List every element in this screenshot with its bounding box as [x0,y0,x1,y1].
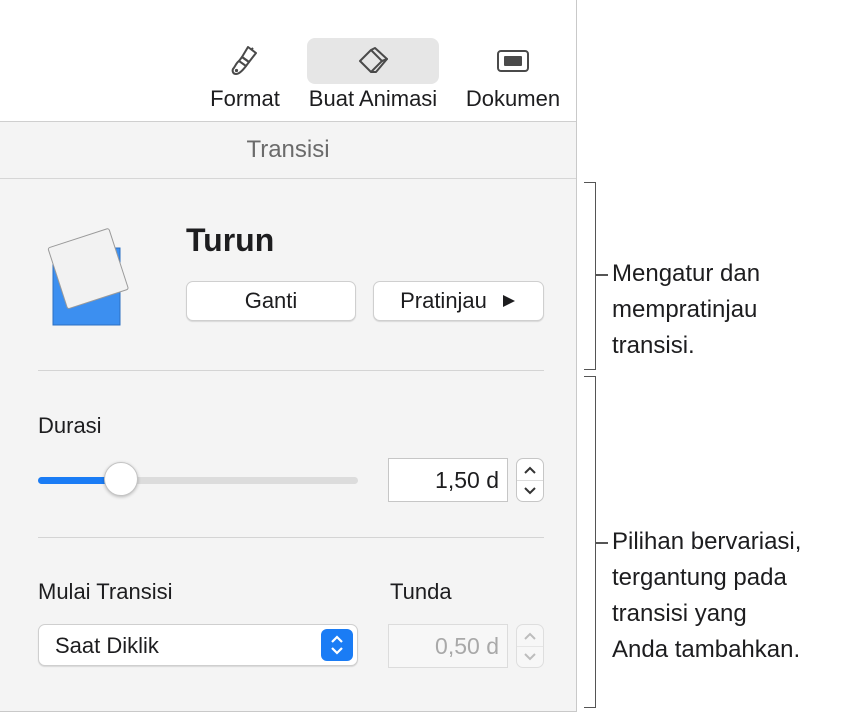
duration-decrement[interactable] [517,480,543,501]
callout-bracket-top [584,182,596,370]
delay-label: Tunda [390,579,452,604]
duration-slider[interactable] [38,462,358,496]
preview-button[interactable]: Pratinjau [373,281,544,321]
chevron-down-icon [524,486,536,494]
delay-stepper [516,624,544,668]
delay-value: 0,50 d [435,632,499,659]
chevron-up-icon [524,632,536,640]
transition-thumbnail-icon [47,228,129,326]
callout-line: transisi. [612,332,695,359]
tab-transition-label: Transisi [246,136,330,163]
tab-transition[interactable]: Transisi [0,122,576,179]
duration-label: Durasi [38,413,102,438]
transition-name: Turun [186,222,275,258]
start-transition-select[interactable]: Saat Diklik [38,624,358,666]
callout-line: Pilihan bervariasi, [612,528,802,555]
toolbar-format-label: Format [210,86,280,111]
transition-inspector-panel: Format Buat Animasi Dokumen Transisi Tur… [0,0,577,712]
callout-line: tergantung pada [612,564,787,591]
paintbrush-icon [231,46,257,75]
diamond-icon [359,47,388,73]
callout-text-top: Mengatur dan mempratinjau transisi. [612,256,760,364]
start-transition-value: Saat Diklik [55,633,159,658]
callout-text-bottom: Pilihan bervariasi, tergantung pada tran… [612,524,801,668]
duration-slider-knob[interactable] [104,462,139,496]
duration-stepper[interactable] [516,458,544,502]
callout-line: Mengatur dan [612,260,761,287]
callout-tick-bottom [596,542,608,544]
toolbar-document-label: Dokumen [465,86,561,111]
toolbar-animate-label: Buat Animasi [308,86,438,111]
section-divider [38,370,544,371]
select-arrows-icon [321,629,353,661]
animate-icon-wrap [307,38,439,84]
format-icon-wrap [215,38,275,84]
document-icon [497,50,529,72]
play-icon [502,295,515,307]
duration-field[interactable]: 1,50 d [388,458,508,502]
toolbar-animate-button[interactable]: Buat Animasi [300,38,446,124]
delay-decrement [517,646,543,667]
preview-button-label: Pratinjau [400,288,487,313]
callout-bracket-bottom [584,376,596,708]
toolbar-format-button[interactable]: Format [200,38,290,124]
document-icon-wrap [483,38,543,84]
chevron-down-icon [524,652,536,660]
chevron-up-icon [524,466,536,474]
delay-field: 0,50 d [388,624,508,668]
callout-line: Anda tambahkan. [612,636,801,663]
change-button-label: Ganti [244,288,298,313]
callout-line: mempratinjau [612,296,758,323]
duration-value: 1,50 d [435,466,499,493]
duration-increment[interactable] [517,459,543,481]
callout-tick-top [596,274,608,276]
toolbar-document-button[interactable]: Dokumen [458,38,568,124]
section-divider [38,537,544,538]
callout-line: transisi yang [612,600,747,627]
inspector-toolbar: Format Buat Animasi Dokumen [0,0,576,122]
change-button[interactable]: Ganti [186,281,356,321]
start-transition-label: Mulai Transisi [38,579,173,604]
delay-increment [517,625,543,647]
